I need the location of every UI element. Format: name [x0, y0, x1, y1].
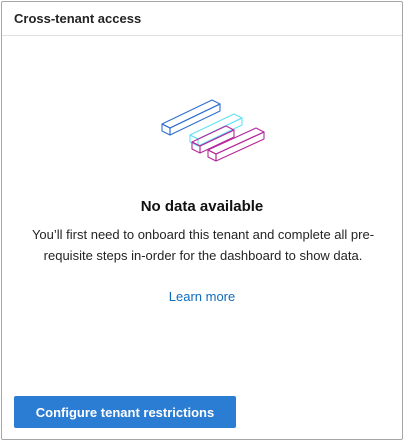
empty-state-description: You’ll first need to onboard this tenant…: [31, 227, 375, 263]
empty-state-title: No data available: [140, 198, 264, 215]
card-header: Cross-tenant access: [2, 2, 402, 36]
cross-tenant-access-card: Cross-tenant access No data available Yo…: [1, 1, 403, 440]
isometric-bars-illustration-icon: [161, 99, 265, 162]
card-title: Cross-tenant access: [14, 11, 142, 26]
learn-more-link[interactable]: Learn more: [2, 289, 402, 304]
configure-tenant-restrictions-button[interactable]: Configure tenant restrictions: [14, 396, 236, 428]
